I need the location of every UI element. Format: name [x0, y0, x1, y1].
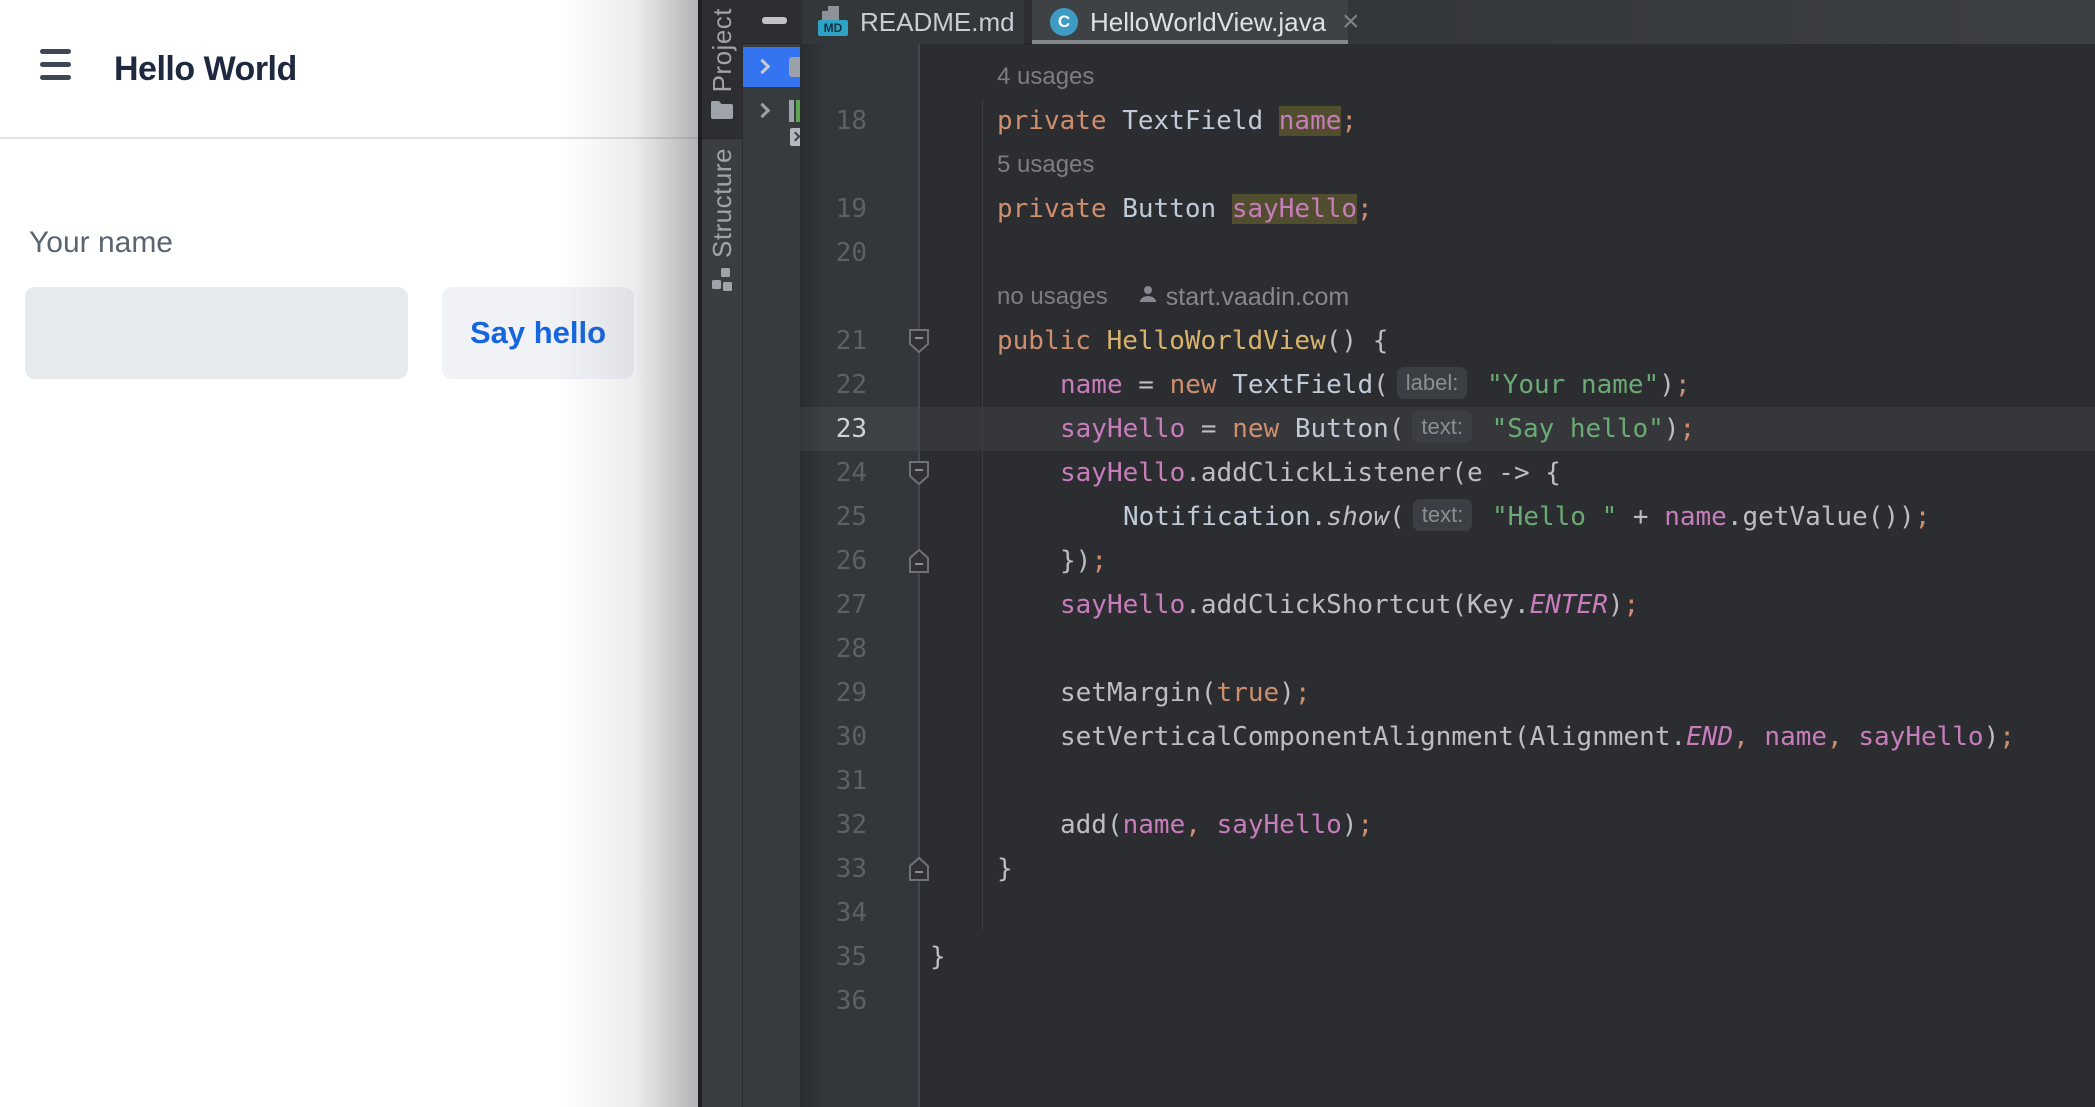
code-line[interactable]: setVerticalComponentAlignment(Alignment.…	[1060, 715, 2015, 759]
line-number: 20	[801, 231, 867, 275]
structure-label: Structure	[707, 148, 738, 258]
chevron-right-icon	[755, 59, 771, 75]
tree-row-selected[interactable]	[743, 47, 801, 87]
hide-toolwindow-icon[interactable]	[762, 17, 787, 24]
line-number: 30	[801, 715, 867, 759]
line-number: 33	[801, 847, 867, 891]
line-number: 35	[801, 935, 867, 979]
line-number: 24	[801, 451, 867, 495]
code-line[interactable]: public HelloWorldView() {	[997, 319, 1388, 363]
code-line[interactable]: sayHello = new Button(text: "Say hello")…	[1060, 407, 1695, 451]
say-hello-button[interactable]: Say hello	[442, 287, 634, 379]
line-number: 25	[801, 495, 867, 539]
project-label: Project	[707, 8, 738, 92]
code-line[interactable]: });	[1060, 539, 1107, 583]
tab-label: README.md	[860, 7, 1015, 38]
menu-hamburger-icon[interactable]	[40, 48, 71, 84]
gutter-separator	[918, 44, 920, 1107]
app-title: Hello World	[114, 44, 297, 94]
project-tree	[742, 44, 800, 1107]
structure-icon	[712, 268, 732, 294]
ide-window: Project Structure MD	[702, 0, 2095, 1107]
person-icon	[1138, 275, 1158, 319]
tab-label: HelloWorldView.java	[1090, 7, 1326, 38]
line-number: 21	[801, 319, 867, 363]
close-icon[interactable]: ×	[1342, 7, 1360, 37]
line-number: 23	[801, 407, 867, 451]
code-line[interactable]: sayHello.addClickListener(e -> {	[1060, 451, 1561, 495]
code-author-inlay-hint[interactable]: no usages start.vaadin.com	[997, 275, 1349, 319]
line-number: 26	[801, 539, 867, 583]
line-number: 29	[801, 671, 867, 715]
tree-row[interactable]	[743, 91, 801, 131]
code-line[interactable]: sayHello.addClickShortcut(Key.ENTER);	[1060, 583, 1639, 627]
usages-inlay-hint[interactable]: 4 usages	[997, 55, 1094, 99]
line-number: 31	[801, 759, 867, 803]
parameter-hint-chip: text:	[1412, 411, 1472, 443]
line-number: 34	[801, 891, 867, 935]
java-class-icon: C	[1050, 8, 1078, 36]
line-number: 36	[801, 979, 867, 1023]
sidebar-item-structure[interactable]: Structure	[702, 148, 742, 298]
code-line[interactable]: name = new TextField(label: "Your name")…	[1060, 363, 1691, 407]
folder-icon	[710, 100, 734, 120]
pane-shadow	[558, 0, 698, 1107]
toolwindow-stripe: Project Structure	[702, 0, 742, 1107]
editor-tab-bar: MD README.md × C HelloWorldView.java ×	[742, 0, 2095, 44]
code-line[interactable]: private TextField name;	[997, 99, 1357, 143]
fold-collapse-icon[interactable]	[907, 460, 931, 486]
line-number: 27	[801, 583, 867, 627]
fold-end-icon[interactable]	[907, 548, 931, 574]
app-header: Hello World	[0, 0, 698, 139]
code-line[interactable]: setMargin(true);	[1060, 671, 1310, 715]
code-line[interactable]: Notification.show(text: "Hello " + name.…	[1123, 495, 1930, 539]
sidebar-item-project[interactable]: Project	[702, 0, 742, 132]
code-line[interactable]: }	[997, 847, 1013, 891]
parameter-hint-chip: label:	[1397, 367, 1468, 399]
usages-inlay-hint[interactable]: 5 usages	[997, 143, 1094, 187]
line-number: 19	[801, 187, 867, 231]
tab-helloworldview-java[interactable]: C HelloWorldView.java ×	[1032, 0, 1348, 44]
code-line[interactable]: private Button sayHello;	[997, 187, 1373, 231]
code-line[interactable]: add(name, sayHello);	[1060, 803, 1373, 847]
parameter-hint-chip: text:	[1413, 499, 1473, 531]
name-input[interactable]	[25, 287, 408, 379]
browser-app-pane: Hello World Your name Say hello	[0, 0, 698, 1107]
line-number: 32	[801, 803, 867, 847]
fold-collapse-icon[interactable]	[907, 328, 931, 354]
indent-guide	[982, 99, 983, 930]
screen: Hello World Your name Say hello Project …	[0, 0, 2095, 1107]
markdown-file-icon: MD	[818, 6, 848, 38]
name-field-label: Your name	[29, 226, 173, 260]
line-number: 18	[801, 99, 867, 143]
tab-readme[interactable]: MD README.md ×	[802, 0, 1024, 44]
fold-end-icon[interactable]	[907, 856, 931, 882]
code-line[interactable]: }	[930, 935, 946, 979]
author-site-text: start.vaadin.com	[1166, 275, 1349, 319]
line-number: 22	[801, 363, 867, 407]
tab-bar-filler	[1348, 0, 2095, 44]
chevron-right-icon	[755, 103, 771, 119]
usages-text: no usages	[997, 275, 1108, 319]
line-number: 28	[801, 627, 867, 671]
